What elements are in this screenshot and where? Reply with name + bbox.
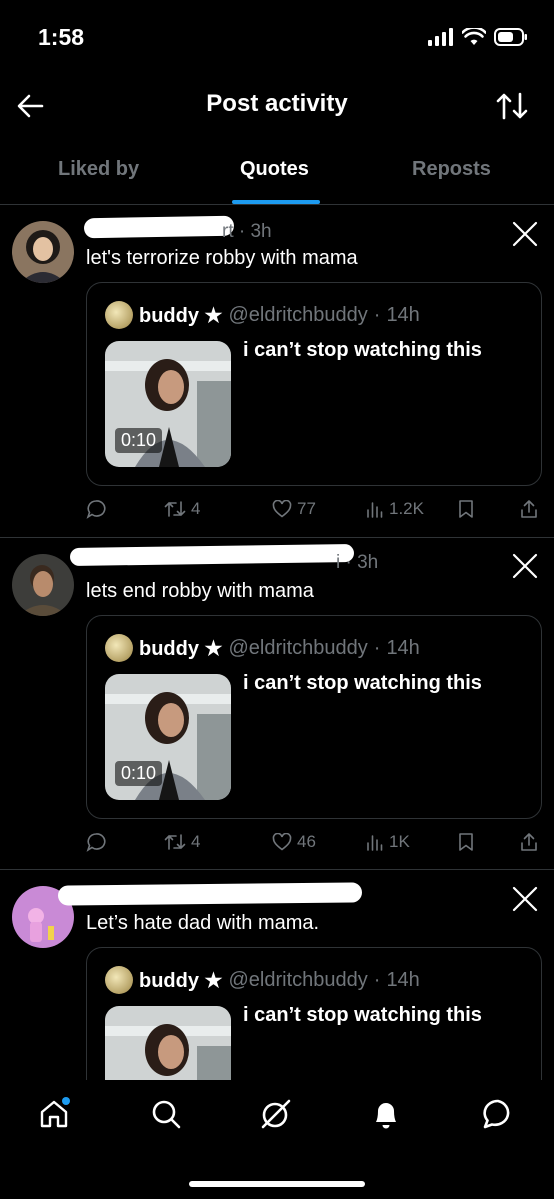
quoted-author-handle: @eldritchbuddy — [228, 636, 368, 659]
search-icon — [152, 1100, 181, 1129]
quoted-post[interactable]: buddy ★ @eldritchbuddy · 14h 0:10 i can’… — [86, 615, 542, 819]
quote-post[interactable]: i · 3h lets end robby with mama buddy ★ … — [0, 538, 554, 870]
like-count: 46 — [297, 832, 316, 851]
quoted-author-handle: @eldritchbuddy — [228, 303, 368, 326]
tab-reposts[interactable]: Reposts — [412, 158, 491, 181]
views-icon — [367, 502, 383, 518]
heart-icon — [272, 500, 292, 518]
quoted-post-time: 14h — [386, 968, 420, 991]
quoted-post-text: i can’t stop watching this — [243, 672, 482, 694]
heart-icon — [272, 833, 292, 851]
video-thumbnail[interactable]: 0:10 — [105, 674, 231, 800]
post-text: Let’s hate dad with mama. — [86, 912, 320, 934]
like-button[interactable]: 46 — [272, 832, 316, 852]
wifi-icon — [462, 28, 486, 45]
share-icon[interactable] — [520, 832, 538, 852]
repost-button[interactable]: 4 — [164, 499, 200, 519]
repost-count: 4 — [191, 499, 201, 518]
status-time: 1:58 — [38, 24, 85, 50]
post-meta: i · 3h — [336, 552, 379, 573]
nav-notifications[interactable] — [368, 1096, 404, 1132]
nav-messages[interactable] — [480, 1096, 516, 1132]
bell-icon — [376, 1103, 396, 1129]
quoted-author-name: buddy ★ — [139, 637, 223, 660]
active-tab-indicator — [232, 200, 320, 204]
views-button[interactable]: 1K — [366, 832, 410, 852]
quoted-post-header: buddy ★ @eldritchbuddy · 14h — [105, 966, 420, 994]
quote-post[interactable]: Let’s hate dad with mama. buddy ★ @eldri… — [0, 870, 554, 1109]
quoted-post-header: buddy ★ @eldritchbuddy · 14h — [105, 301, 420, 329]
x-logo-icon — [512, 553, 538, 579]
quoted-post-header: buddy ★ @eldritchbuddy · 14h — [105, 634, 420, 662]
quoted-post-text: i can’t stop watching this — [243, 1004, 482, 1026]
quoted-avatar[interactable] — [105, 634, 133, 662]
reply-button[interactable] — [86, 832, 111, 852]
x-logo-icon — [512, 886, 538, 912]
grok-icon — [261, 1099, 291, 1129]
repost-icon — [164, 501, 186, 517]
quoted-post[interactable]: buddy ★ @eldritchbuddy · 14h 0:10 i can’… — [86, 282, 542, 486]
post-text: let's terrorize robby with mama — [86, 247, 358, 269]
battery-icon — [494, 28, 527, 46]
repost-count: 4 — [191, 832, 201, 851]
reply-button[interactable] — [86, 499, 111, 519]
view-count: 1K — [389, 832, 410, 851]
quoted-avatar[interactable] — [105, 966, 133, 994]
quoted-post-text: i can’t stop watching this — [243, 339, 482, 361]
tab-bar: Liked by Quotes Reposts — [0, 150, 554, 205]
sort-icon[interactable] — [496, 92, 528, 120]
tab-liked-by[interactable]: Liked by — [58, 158, 139, 181]
redaction-mark — [83, 215, 235, 239]
views-icon — [367, 835, 383, 851]
redaction-mark — [57, 882, 363, 906]
quoted-post-time: 14h — [386, 303, 420, 326]
video-thumbnail[interactable]: 0:10 — [105, 341, 231, 467]
quoted-author-name: buddy ★ — [139, 969, 223, 992]
post-meta: rt · 3h — [222, 221, 272, 242]
quoted-post-time: 14h — [386, 636, 420, 659]
video-duration: 0:10 — [115, 428, 163, 453]
reply-icon — [86, 500, 106, 519]
quoted-avatar[interactable] — [105, 301, 133, 329]
video-duration: 0:10 — [115, 761, 163, 786]
status-icons — [428, 28, 528, 46]
avatar[interactable] — [12, 554, 74, 616]
share-icon[interactable] — [520, 499, 538, 519]
bookmark-icon[interactable] — [458, 832, 474, 852]
like-button[interactable]: 77 — [272, 499, 316, 519]
chat-icon — [483, 1099, 510, 1129]
action-bar: 4 46 1K — [86, 832, 542, 856]
redaction-mark — [69, 544, 355, 566]
nav-grok[interactable] — [258, 1096, 294, 1132]
reply-icon — [86, 833, 106, 852]
home-indicator — [189, 1181, 365, 1187]
nav-search[interactable] — [148, 1096, 184, 1132]
like-count: 77 — [297, 499, 316, 518]
tab-quotes[interactable]: Quotes — [240, 158, 309, 181]
home-icon — [40, 1097, 70, 1128]
action-bar: 4 77 1.2K — [86, 499, 542, 523]
page-title: Post activity — [206, 90, 348, 117]
quoted-author-handle: @eldritchbuddy — [228, 968, 368, 991]
bookmark-icon[interactable] — [458, 499, 474, 519]
post-text: lets end robby with mama — [86, 580, 314, 602]
quoted-author-name: buddy ★ — [139, 304, 223, 327]
quote-post[interactable]: rt · 3h let's terrorize robby with mama … — [0, 205, 554, 538]
repost-button[interactable]: 4 — [164, 832, 200, 852]
views-button[interactable]: 1.2K — [366, 499, 424, 519]
repost-icon — [164, 834, 186, 850]
x-logo-icon — [512, 221, 538, 247]
avatar[interactable] — [12, 221, 74, 283]
view-count: 1.2K — [389, 499, 424, 518]
nav-home[interactable] — [36, 1096, 72, 1132]
signal-icon — [428, 28, 453, 46]
